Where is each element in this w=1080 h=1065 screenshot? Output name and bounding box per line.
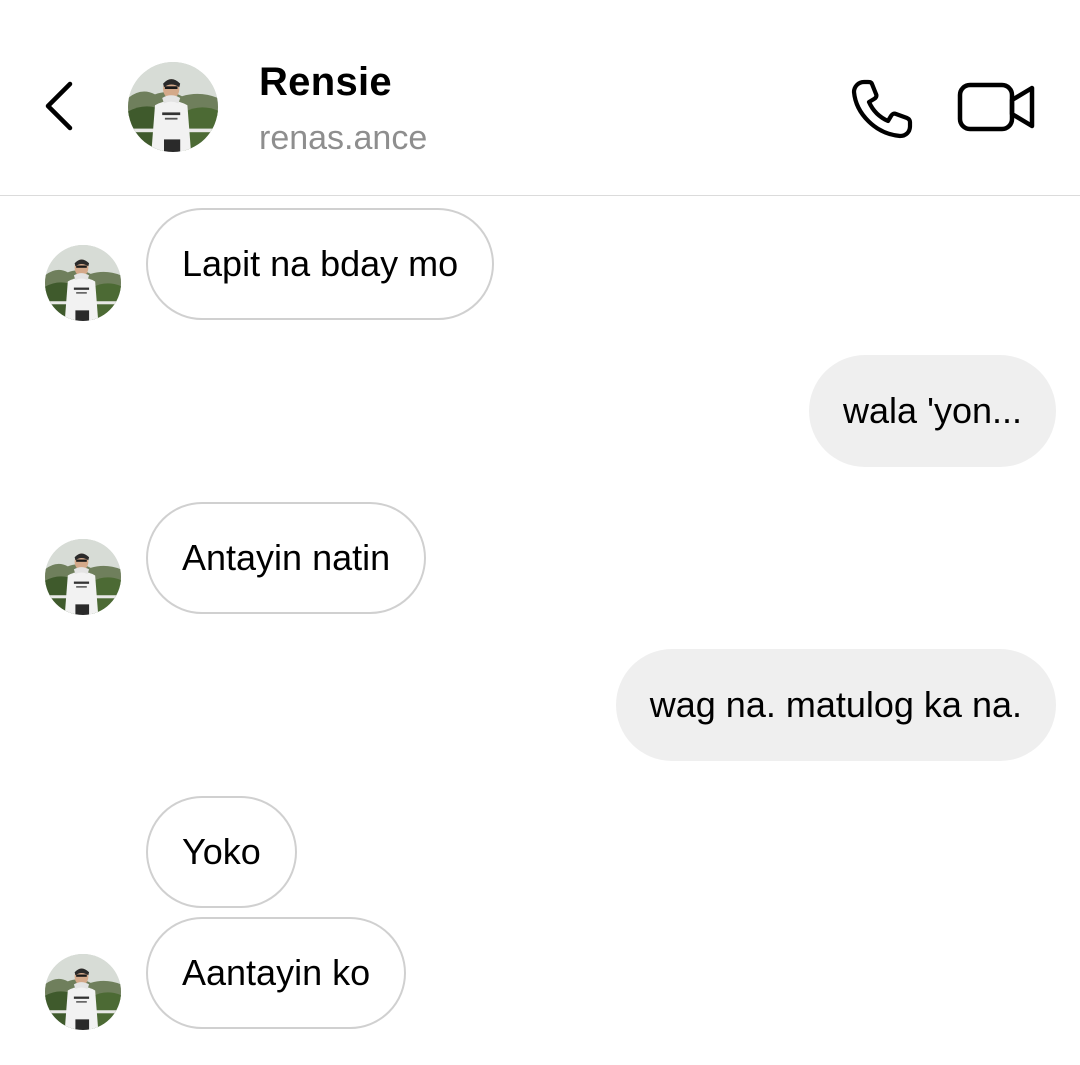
- avatar[interactable]: [45, 245, 121, 321]
- message-bubble-incoming[interactable]: Aantayin ko: [146, 917, 407, 1029]
- message-bubble-outgoing[interactable]: wag na. matulog ka na.: [615, 649, 1056, 761]
- avatar[interactable]: [128, 62, 218, 152]
- chevron-left-icon[interactable]: [36, 76, 84, 136]
- message-bubble-incoming[interactable]: Lapit na bday mo: [146, 208, 495, 320]
- message-bubble-outgoing[interactable]: wala 'yon...: [809, 355, 1056, 467]
- avatar[interactable]: [45, 954, 121, 1030]
- message-bubble-incoming[interactable]: Yoko: [146, 796, 297, 908]
- phone-icon[interactable]: [848, 76, 918, 142]
- contact-username[interactable]: renas.ance: [259, 119, 427, 158]
- avatar[interactable]: [45, 539, 121, 615]
- chat-header: Rensie renas.ance: [0, 0, 1080, 196]
- contact-name[interactable]: Rensie: [259, 60, 392, 105]
- video-camera-icon[interactable]: [956, 80, 1038, 134]
- message-bubble-incoming[interactable]: Antayin natin: [146, 502, 427, 614]
